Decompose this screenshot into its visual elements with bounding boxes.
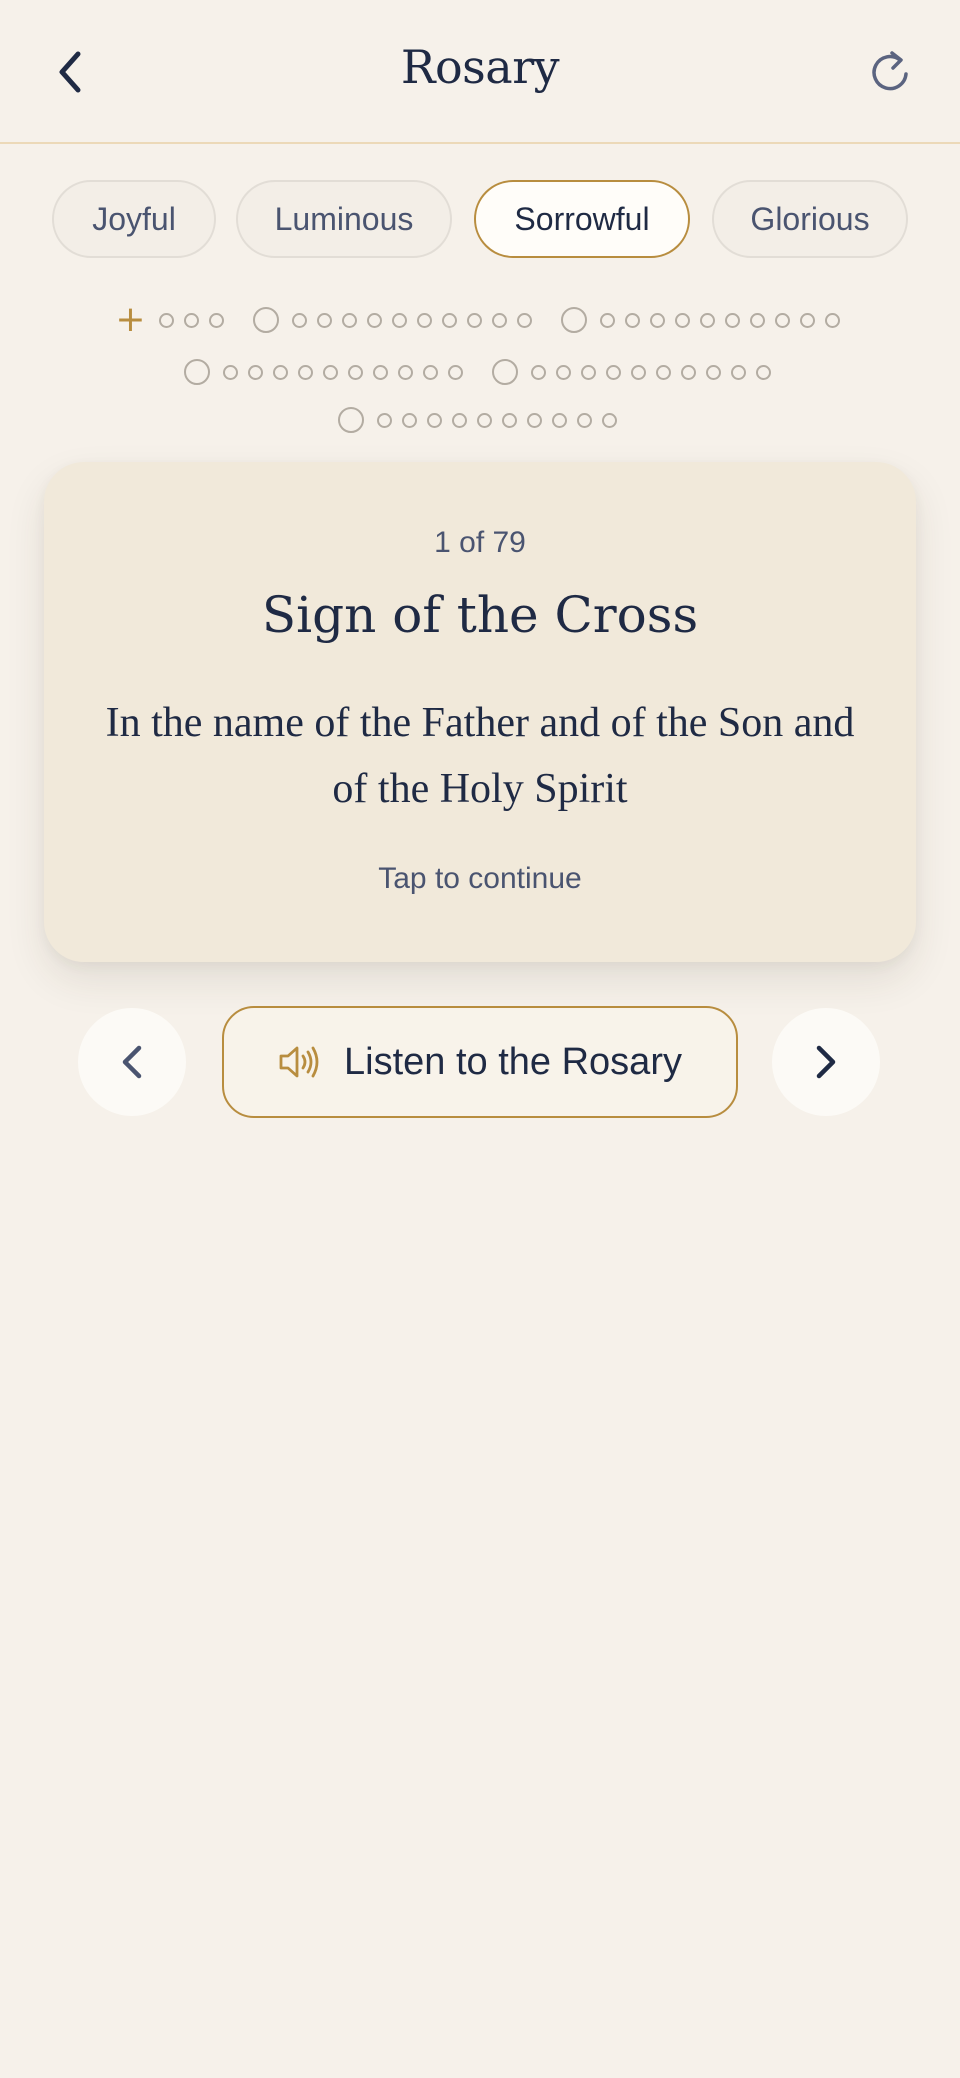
- hail-mary-bead: [448, 364, 463, 380]
- hail-mary-bead: [699, 312, 715, 328]
- bead-group: [184, 359, 468, 385]
- hail-mary-bead: [466, 312, 482, 328]
- hail-mary-bead: [416, 312, 432, 328]
- bead-group: [560, 307, 845, 333]
- prayer-counter: 1 of 79: [434, 526, 526, 559]
- chevron-right-icon: [816, 1045, 836, 1079]
- hail-mary-bead: [649, 312, 665, 328]
- playback-controls: Listen to the Rosary: [0, 1006, 960, 1118]
- hail-mary-bead: [223, 364, 238, 380]
- hail-mary-bead: [581, 364, 596, 380]
- next-button[interactable]: [772, 1008, 880, 1116]
- our-father-bead: [492, 359, 518, 385]
- rosary-bead-tracker: +: [0, 300, 960, 440]
- hail-mary-bead: [377, 412, 392, 428]
- hail-mary-bead: [527, 412, 542, 428]
- hail-mary-bead: [348, 364, 363, 380]
- hail-mary-bead: [208, 312, 224, 328]
- hail-mary-bead: [731, 364, 746, 380]
- hail-mary-bead: [402, 412, 417, 428]
- hail-mary-bead: [656, 364, 671, 380]
- bead-row: [0, 400, 960, 440]
- bead-group: +: [115, 302, 228, 338]
- listen-button-label: Listen to the Rosary: [344, 1040, 682, 1083]
- hail-mary-bead: [756, 364, 771, 380]
- hail-mary-bead: [531, 364, 546, 380]
- hail-mary-bead: [556, 364, 571, 380]
- hail-mary-bead: [824, 312, 840, 328]
- speaker-icon: [279, 1046, 319, 1078]
- our-father-bead: [338, 407, 364, 433]
- our-father-bead: [252, 307, 279, 333]
- hail-mary-bead: [606, 364, 621, 380]
- hail-mary-bead: [273, 364, 288, 380]
- bead-group: [492, 359, 776, 385]
- hail-mary-bead: [341, 312, 357, 328]
- prayer-text: In the name of the Father and of the Son…: [105, 700, 855, 812]
- bead-row: +: [0, 300, 960, 340]
- hail-mary-bead: [441, 312, 457, 328]
- hail-mary-bead: [316, 312, 332, 328]
- header: Rosary: [0, 0, 960, 144]
- hail-mary-bead: [423, 364, 438, 380]
- hail-mary-bead: [674, 312, 690, 328]
- tab-glorious[interactable]: Glorious: [712, 180, 908, 258]
- refresh-icon: [872, 51, 908, 91]
- cross-icon: +: [115, 299, 146, 340]
- hail-mary-bead: [298, 364, 313, 380]
- hail-mary-bead: [724, 312, 740, 328]
- hail-mary-bead: [602, 412, 617, 428]
- hail-mary-bead: [502, 412, 517, 428]
- bead-group: [338, 407, 622, 433]
- page-title: Rosary: [400, 40, 560, 94]
- bead-row: [0, 352, 960, 392]
- prayer-card[interactable]: 1 of 79 Sign of the Cross In the name of…: [44, 462, 916, 962]
- tab-sorrowful[interactable]: Sorrowful: [474, 180, 690, 258]
- hail-mary-bead: [248, 364, 263, 380]
- hail-mary-bead: [452, 412, 467, 428]
- hail-mary-bead: [391, 312, 407, 328]
- hail-mary-bead: [631, 364, 646, 380]
- hail-mary-bead: [749, 312, 765, 328]
- hail-mary-bead: [373, 364, 388, 380]
- hail-mary-bead: [477, 412, 492, 428]
- hail-mary-bead: [158, 312, 174, 328]
- mystery-tabs: Joyful Luminous Sorrowful Glorious: [0, 180, 960, 258]
- our-father-bead: [184, 359, 210, 385]
- listen-button[interactable]: Listen to the Rosary: [222, 1006, 738, 1118]
- reset-button[interactable]: [854, 36, 926, 108]
- hail-mary-bead: [183, 312, 199, 328]
- hail-mary-bead: [427, 412, 442, 428]
- hail-mary-bead: [774, 312, 790, 328]
- hail-mary-bead: [577, 412, 592, 428]
- previous-button[interactable]: [78, 1008, 186, 1116]
- hail-mary-bead: [706, 364, 721, 380]
- bead-group: [252, 307, 537, 333]
- hail-mary-bead: [799, 312, 815, 328]
- hail-mary-bead: [323, 364, 338, 380]
- chevron-left-icon: [122, 1045, 142, 1079]
- hail-mary-bead: [681, 364, 696, 380]
- prayer-title: Sign of the Cross: [261, 586, 699, 644]
- hail-mary-bead: [516, 312, 532, 328]
- hail-mary-bead: [398, 364, 413, 380]
- hail-mary-bead: [599, 312, 615, 328]
- tap-to-continue-hint: Tap to continue: [378, 862, 582, 895]
- our-father-bead: [560, 307, 587, 333]
- hail-mary-bead: [366, 312, 382, 328]
- tab-joyful[interactable]: Joyful: [52, 180, 216, 258]
- tab-luminous[interactable]: Luminous: [236, 180, 452, 258]
- hail-mary-bead: [552, 412, 567, 428]
- hail-mary-bead: [291, 312, 307, 328]
- hail-mary-bead: [624, 312, 640, 328]
- hail-mary-bead: [491, 312, 507, 328]
